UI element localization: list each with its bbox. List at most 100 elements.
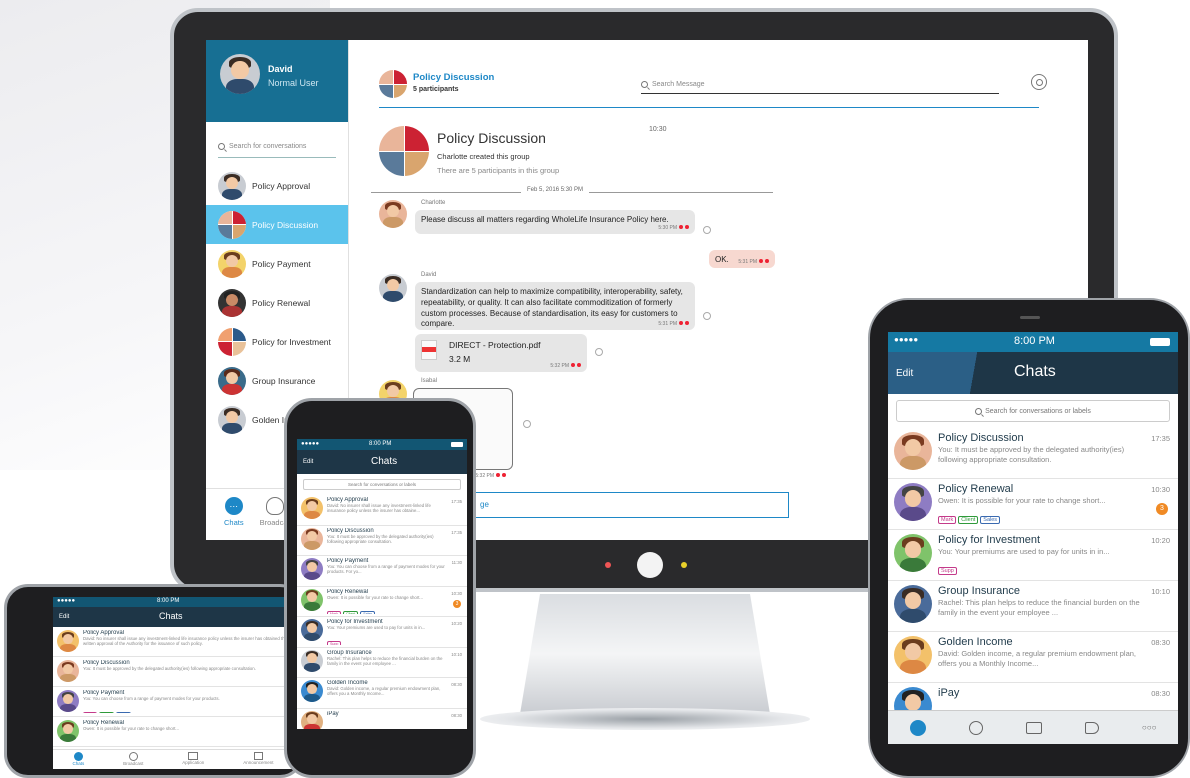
chat-preview: David: Golden income, a regular premium … xyxy=(938,649,1137,668)
label-tag[interactable]: Client xyxy=(99,712,115,713)
tab-broadcast[interactable]: Broadcast xyxy=(123,752,143,769)
chat-list-item[interactable]: Policy for Investment You: Your premiums … xyxy=(297,617,467,648)
group-created-text: Charlotte created this group xyxy=(437,152,530,161)
label-tag[interactable]: Sales xyxy=(980,515,1001,524)
message-bubble-own[interactable]: OK. 5:31 PM xyxy=(709,250,775,268)
chat-list-item[interactable]: Policy Renewal Owen: It is possible for y… xyxy=(53,717,293,747)
date-divider-label: Feb 5, 2016 5:30 PM xyxy=(521,187,590,193)
sender-name: Charlotte xyxy=(421,200,446,206)
gear-icon[interactable] xyxy=(1031,74,1047,90)
sidebar-item-policy-payment[interactable]: Policy Payment xyxy=(206,244,348,283)
chat-icon[interactable] xyxy=(909,719,926,736)
label-tag[interactable]: Client xyxy=(343,610,359,614)
power-button[interactable] xyxy=(637,552,663,578)
group-count-text: There are 5 participants in this group xyxy=(437,166,560,175)
sidebar-item-policy-investment[interactable]: Policy for Investment xyxy=(206,322,348,361)
chat-time: 10:20 xyxy=(1151,536,1170,545)
search-placeholder: Search for conversations or labels xyxy=(347,482,417,487)
message-search-input[interactable]: Search Message xyxy=(641,76,999,94)
chat-list-item[interactable]: Policy for Investment You: Your premiums … xyxy=(888,530,1178,581)
avatar xyxy=(218,405,246,434)
chat-list-item[interactable]: Policy Discussion You: It must be approve… xyxy=(53,657,293,687)
chat-list: Policy Discussion You: It must be approve… xyxy=(888,428,1178,734)
chat-list-item[interactable]: Policy Payment You: You can choose from a… xyxy=(53,687,293,717)
chat-time: 17:35 xyxy=(451,499,462,504)
chat-list-item[interactable]: Policy Approval David: No insurer shall i… xyxy=(53,627,293,657)
page-title: Chats xyxy=(1014,363,1056,380)
file-attachment[interactable]: DIRECT - Protection.pdf 3.2 M 5:32 PM xyxy=(415,334,587,372)
chat-list-item[interactable]: Group Insurance Rachel: This plan helps t… xyxy=(297,648,467,678)
edit-button[interactable]: Edit xyxy=(303,459,313,465)
chat-time: 17:35 xyxy=(1151,434,1170,443)
avatar xyxy=(301,527,323,550)
chat-title: Golden xyxy=(938,636,977,648)
sender-name: Isabal xyxy=(421,378,438,384)
chat-time: 11:30 xyxy=(451,560,462,565)
sidebar-item-label: Policy Renewal xyxy=(252,297,311,308)
label-tag[interactable]: Sales xyxy=(360,610,376,614)
tab-chats[interactable]: … Chats xyxy=(224,497,244,540)
chat-title-suffix: Renewal xyxy=(970,483,1014,495)
application-icon xyxy=(188,752,199,760)
chat-list-item[interactable]: Golden Income David: Golden income, a reg… xyxy=(297,678,467,709)
chat-list-item[interactable]: Policy Renewal Owen: It is possible for y… xyxy=(888,479,1178,530)
pdf-icon xyxy=(421,340,437,360)
message-time: 5:32 PM xyxy=(475,473,506,479)
chat-title-suffix: Investment xyxy=(986,534,1041,546)
avatar xyxy=(301,649,323,672)
chat-title: Group xyxy=(938,585,972,597)
chat-list-item[interactable]: Policy Discussion You: It must be approve… xyxy=(888,428,1178,479)
message-bubble[interactable]: Standardization can help to maximize com… xyxy=(415,282,695,330)
chat-list-item[interactable]: iPay 08:30 xyxy=(297,709,467,729)
chat-list-item[interactable]: Policy Approval David: No insurer shall i… xyxy=(297,495,467,526)
chat-list-item[interactable]: Golden Income David: Golden income, a reg… xyxy=(888,632,1178,683)
tab-application[interactable]: Application xyxy=(182,752,204,769)
broadcast-icon[interactable] xyxy=(968,720,983,735)
user-profile[interactable]: David Normal User xyxy=(206,40,348,122)
edit-button[interactable]: Edit xyxy=(59,614,69,620)
chat-list-item[interactable]: Policy Renewal Owen: It is possible for y… xyxy=(297,587,467,617)
edit-button[interactable]: Edit xyxy=(896,368,913,379)
label-tag[interactable]: Mark xyxy=(938,515,957,524)
chat-list-item[interactable]: Policy Discussion You: It must be approve… xyxy=(297,526,467,556)
more-icon[interactable]: ○○○ xyxy=(1142,723,1157,732)
search-input[interactable]: Search for conversations or labels xyxy=(303,479,461,490)
chat-title: iPay xyxy=(938,687,960,699)
tab-chats[interactable]: Chats xyxy=(72,752,84,769)
compose-placeholder: ge xyxy=(480,500,489,509)
avatar xyxy=(218,171,246,200)
chat-list-item[interactable]: Policy Payment You: You can choose from a… xyxy=(297,556,467,587)
chat-preview: David: No insurer shall issue any invest… xyxy=(83,636,287,647)
label-tag[interactable]: Supp xyxy=(938,566,957,575)
megaphone-icon xyxy=(253,752,263,760)
tablet-device: ●●●●● 8:00 PM Edit Chats Policy Approval… xyxy=(4,584,304,778)
file-size: 3.2 M xyxy=(449,354,471,364)
chat-preview: You: You can choose from a range of paym… xyxy=(327,564,445,575)
chat-list-item[interactable]: Group Insurance Rachel: This plan helps t… xyxy=(888,581,1178,632)
sidebar-item-group-insurance[interactable]: Group Insurance xyxy=(206,361,348,400)
avatar xyxy=(894,534,932,572)
label-tag[interactable]: Mark xyxy=(83,712,97,713)
message-compose-input[interactable]: ge xyxy=(459,492,789,518)
signal-icon: ●●●●● xyxy=(301,441,320,447)
chat-time: 17:35 xyxy=(451,529,462,535)
page-title: Chats xyxy=(159,611,183,621)
megaphone-icon[interactable] xyxy=(1084,721,1099,734)
label-tag[interactable]: Supp xyxy=(327,641,342,645)
avatar xyxy=(57,690,79,712)
label-tag[interactable]: Sales xyxy=(116,712,132,713)
message-bubble[interactable]: Please discuss all matters regarding Who… xyxy=(415,210,695,234)
sidebar-item-policy-renewal[interactable]: Policy Renewal xyxy=(206,283,348,322)
sidebar-item-policy-discussion[interactable]: Policy Discussion xyxy=(206,205,348,244)
small-phone-screen: ●●●●● 8:00 PM Edit Chats Search for conv… xyxy=(297,439,467,729)
sidebar-item-policy-approval[interactable]: Policy Approval xyxy=(206,166,348,205)
label-tag[interactable]: Client xyxy=(958,515,979,524)
sender-name: David xyxy=(421,272,437,278)
large-phone-device: ●●●●● 8:00 PM Edit Chats Search for conv… xyxy=(868,298,1190,778)
chat-preview: You: Your premiums are used to pay for u… xyxy=(938,547,1110,556)
label-tag[interactable]: Mark xyxy=(327,610,341,614)
application-icon[interactable] xyxy=(1025,721,1042,734)
tab-announcement[interactable]: Announcement xyxy=(243,752,274,769)
search-input[interactable]: Search for conversations xyxy=(218,136,336,158)
search-input[interactable]: Search for conversations or labels xyxy=(896,400,1170,422)
